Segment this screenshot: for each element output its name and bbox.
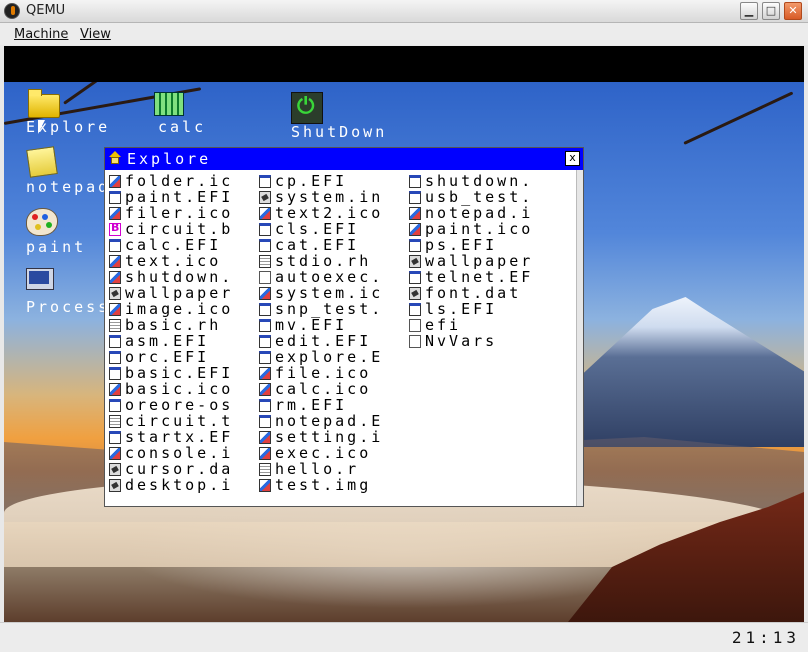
file-doc-icon	[109, 319, 121, 332]
explore-scrollbar[interactable]	[576, 170, 583, 506]
file-blank-icon	[409, 319, 421, 332]
home-icon	[108, 151, 122, 165]
menubar: Machine View	[0, 23, 808, 45]
desktop-icon-label: paint	[26, 238, 87, 256]
mouse-cursor-icon	[38, 120, 45, 134]
file-blank-icon	[259, 271, 271, 284]
file-exe-icon	[109, 239, 121, 252]
file-img-icon	[259, 447, 271, 460]
menu-machine[interactable]: Machine	[14, 27, 68, 42]
maximize-button[interactable]: □	[762, 2, 780, 20]
file-img-icon	[259, 431, 271, 444]
file-name: NvVars	[425, 332, 498, 350]
file-name: desktop.i	[125, 476, 234, 494]
file-img-icon	[259, 479, 271, 492]
file-doc-icon	[109, 415, 121, 428]
file-dat-icon	[109, 479, 121, 492]
desktop-icon-label: Process	[26, 298, 111, 316]
desktop-icon-label: calc	[158, 118, 207, 136]
file-exe-icon	[409, 175, 421, 188]
file-exe-icon	[109, 351, 121, 364]
file-img-icon	[259, 383, 271, 396]
qemu-logo-icon	[4, 3, 20, 19]
file-name: test.img	[275, 476, 372, 494]
file-exe-icon	[109, 431, 121, 444]
file-exe-icon	[259, 303, 271, 316]
file-exe-icon	[409, 239, 421, 252]
menu-view[interactable]: View	[80, 27, 111, 42]
close-button[interactable]: ✕	[784, 2, 802, 20]
minimize-button[interactable]: ▁	[740, 2, 758, 20]
file-img-icon	[109, 255, 121, 268]
power-icon	[291, 92, 323, 124]
file-img-icon	[259, 367, 271, 380]
file-img-icon	[109, 383, 121, 396]
calculator-icon	[154, 92, 184, 116]
file-img-icon	[259, 207, 271, 220]
status-bar: 21:13	[0, 622, 808, 652]
folder-icon	[28, 89, 60, 118]
paint-palette-icon	[26, 208, 58, 236]
process-monitor-icon	[26, 268, 54, 290]
window-titlebar: QEMU ▁ □ ✕	[0, 0, 808, 23]
file-doc-icon	[259, 255, 271, 268]
file-dat-icon	[109, 463, 121, 476]
desktop-icon-shutdown[interactable]: ShutDown	[291, 92, 411, 148]
explore-title: Explore	[127, 150, 212, 168]
file-exe-icon	[259, 351, 271, 364]
file-exe-icon	[259, 415, 271, 428]
wallpaper-branch	[683, 91, 794, 145]
desktop-icon-calc[interactable]: calc	[154, 92, 254, 148]
file-img-icon	[109, 303, 121, 316]
file-exe-icon	[109, 367, 121, 380]
file-exe-icon	[259, 335, 271, 348]
file-dat-icon	[259, 191, 271, 204]
desktop-icon-label: ShutDown	[291, 123, 388, 141]
file-exe-icon	[409, 271, 421, 284]
file-exe-icon	[109, 335, 121, 348]
file-exe-icon	[259, 319, 271, 332]
file-dat-icon	[409, 287, 421, 300]
explore-titlebar[interactable]: Explore x	[105, 148, 583, 170]
screen-top-border	[4, 46, 804, 82]
clock: 21:13	[731, 628, 800, 647]
file-img-icon	[109, 175, 121, 188]
window-title: QEMU	[26, 3, 66, 18]
explore-window: Explore x folder.icpaint.EFIfiler.icocir…	[104, 147, 584, 507]
file-img-icon	[409, 223, 421, 236]
file-exe-icon	[259, 223, 271, 236]
file-exe-icon	[109, 399, 121, 412]
file-exe-icon	[259, 239, 271, 252]
file-bmp-icon	[109, 221, 121, 236]
file-img-icon	[409, 207, 421, 220]
file-img-icon	[109, 271, 121, 284]
file-exe-icon	[409, 303, 421, 316]
file-exe-icon	[259, 399, 271, 412]
file-dat-icon	[409, 255, 421, 268]
file-dat-icon	[109, 287, 121, 300]
explore-close-button[interactable]: x	[565, 151, 580, 166]
file-exe-icon	[409, 191, 421, 204]
desktop-icon-label: notepad	[26, 178, 111, 196]
explore-file-list: folder.icpaint.EFIfiler.icocircuit.bcalc…	[107, 174, 577, 504]
file-blank-icon	[409, 335, 421, 348]
file-img-icon	[109, 447, 121, 460]
notepad-icon	[26, 146, 58, 178]
file-exe-icon	[109, 191, 121, 204]
file-exe-icon	[259, 175, 271, 188]
file-img-icon	[259, 287, 271, 300]
file-img-icon	[109, 207, 121, 220]
file-doc-icon	[259, 463, 271, 476]
